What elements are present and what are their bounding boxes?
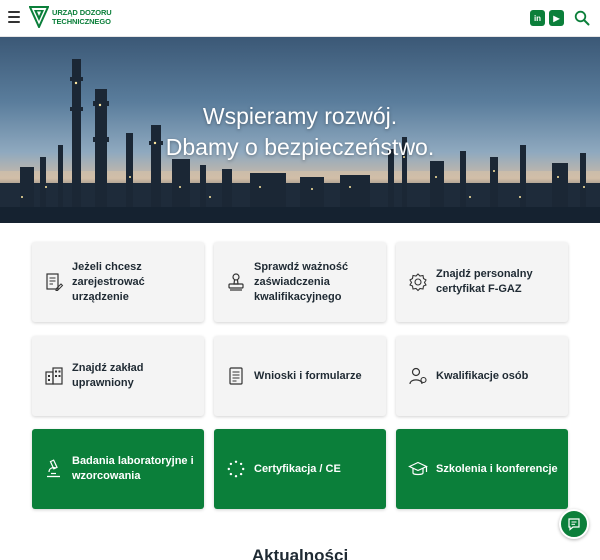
card-fgaz-certificate[interactable]: Znajdź personalny certyfikat F-GAZ: [396, 242, 568, 322]
card-label: Badania laboratoryjne i wzorcowania: [72, 455, 194, 482]
card-laboratory-testing[interactable]: Badania laboratoryjne i wzorcowania: [32, 429, 204, 509]
card-label: Szkolenia i konferencje: [436, 462, 558, 475]
linkedin-icon[interactable]: in: [530, 10, 545, 26]
refinery-skyline-image: [0, 59, 600, 223]
logo[interactable]: URZĄD DOZORU TECHNICZNEGO: [29, 6, 112, 28]
form-icon: [229, 367, 243, 385]
youtube-icon[interactable]: ▶: [549, 10, 564, 26]
search-icon[interactable]: [574, 10, 590, 26]
card-trainings-conferences[interactable]: Szkolenia i konferencje: [396, 429, 568, 509]
card-label: Wnioski i formularze: [254, 369, 362, 382]
building-icon: [45, 367, 63, 385]
certificate-badge-icon: [409, 273, 427, 292]
news-section-title: Aktualności: [251, 546, 349, 560]
chat-button[interactable]: [559, 509, 589, 539]
card-find-authorized-company[interactable]: Znajdź zakład uprawniony: [32, 336, 204, 416]
site-header: URZĄD DOZORU TECHNICZNEGO in ▶: [0, 0, 600, 37]
card-personal-qualifications[interactable]: Kwalifikacje osób: [396, 336, 568, 416]
hero-title-line-2: Dbamy o bezpieczeństwo.: [165, 134, 435, 160]
graduation-cap-icon: [408, 461, 428, 476]
card-check-certificate[interactable]: Sprawdź ważność zaświadczenia kwalifikac…: [214, 242, 386, 322]
card-certification-ce[interactable]: Certyfikacja / CE: [214, 429, 386, 509]
udt-logo-icon: [29, 6, 49, 28]
chat-icon: [568, 518, 580, 531]
card-label: Znajdź personalny certyfikat F-GAZ: [436, 268, 533, 295]
card-label: Sprawdź ważność zaświadczenia kwalifikac…: [254, 260, 349, 303]
stamp-icon: [228, 273, 244, 291]
logo-line-2: TECHNICZNEGO: [52, 17, 111, 26]
person-badge-icon: [409, 367, 427, 385]
card-register-device[interactable]: Jeżeli chcesz zarejestrować urządzenie: [32, 242, 204, 322]
stars-circle-icon: [227, 460, 245, 478]
card-label: Jeżeli chcesz zarejestrować urządzenie: [72, 260, 145, 303]
hero-title-line-1: Wspieramy rozwój.: [202, 103, 398, 129]
card-label: Znajdź zakład uprawniony: [72, 362, 144, 389]
card-label: Kwalifikacje osób: [436, 369, 529, 382]
document-edit-icon: [46, 273, 64, 291]
logo-text: URZĄD DOZORU TECHNICZNEGO: [52, 8, 112, 26]
menu-icon[interactable]: [8, 11, 20, 23]
card-forms[interactable]: Wnioski i formularze: [214, 336, 386, 416]
hero-banner: Wspieramy rozwój. Dbamy o bezpieczeństwo…: [0, 37, 600, 223]
logo-line-1: URZĄD DOZORU: [52, 8, 112, 17]
card-label: Certyfikacja / CE: [254, 462, 341, 475]
microscope-icon: [47, 459, 60, 478]
